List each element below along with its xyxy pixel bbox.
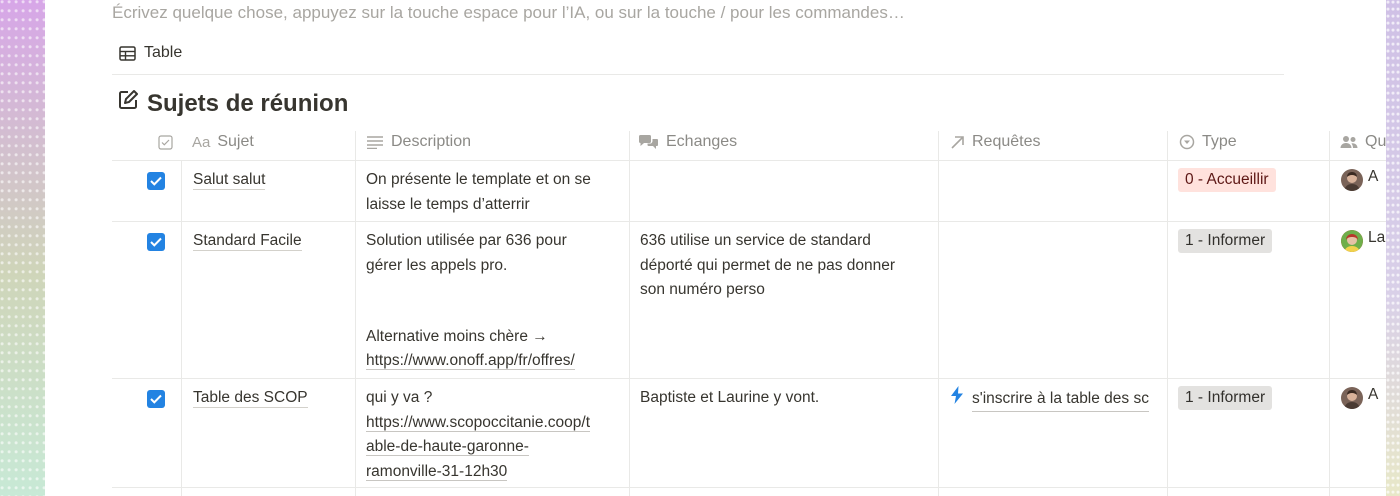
- checkbox-icon: [158, 134, 173, 150]
- column-header-label: Echanges: [666, 133, 738, 150]
- divider: [112, 74, 1284, 75]
- notion-page: Écrivez quelque chose, appuyez sur la to…: [45, 0, 1386, 496]
- view-tab-label: Table: [144, 44, 183, 61]
- type-tag[interactable]: 1 - Informer: [1178, 386, 1273, 410]
- column-header-label: Type: [1202, 133, 1237, 150]
- column-divider: [938, 131, 939, 496]
- description-link[interactable]: https://www.scopoccitanie.coop/t: [366, 413, 591, 432]
- block-placeholder[interactable]: Écrivez quelque chose, appuyez sur la to…: [112, 3, 905, 23]
- column-header-label: Requêtes: [972, 133, 1041, 150]
- database-title[interactable]: Sujets de réunion: [117, 89, 348, 118]
- description-link[interactable]: able-de-haute-garonne-: [366, 438, 529, 456]
- column-header-label: Sujet: [217, 133, 254, 150]
- arrow-up-right-icon: [950, 135, 965, 150]
- row-echanges[interactable]: Baptiste et Laurine y vont.: [640, 386, 936, 411]
- column-header-type[interactable]: Type: [1179, 131, 1237, 153]
- column-header-requetes[interactable]: Requêtes: [950, 131, 1041, 153]
- person-name: A: [1368, 168, 1379, 185]
- column-divider: [1167, 131, 1168, 496]
- description-link[interactable]: ramonville-31-12h30: [366, 462, 508, 481]
- row-divider: [112, 378, 1386, 379]
- row-requetes[interactable]: s'inscrire à la table des sc: [950, 386, 1165, 413]
- row-description[interactable]: qui y va ? https://www.scopoccitanie.coo…: [366, 386, 628, 484]
- type-tag[interactable]: 1 - Informer: [1178, 229, 1273, 253]
- lightning-icon: [950, 386, 964, 413]
- avatar: [1341, 387, 1363, 409]
- avatar: [1341, 169, 1363, 191]
- person-name: La: [1368, 229, 1386, 246]
- column-header-description[interactable]: Description: [366, 131, 471, 153]
- select-icon: [1179, 134, 1195, 150]
- chat-icon: [638, 134, 659, 150]
- row-divider: [112, 160, 1386, 161]
- row-checkbox[interactable]: [147, 172, 165, 190]
- row-checkbox[interactable]: [147, 233, 165, 251]
- row-description[interactable]: Solution utilisée par 636 pour gérer les…: [366, 229, 628, 374]
- table-icon: [119, 45, 136, 61]
- column-header-sujet[interactable]: Aa Sujet: [192, 131, 254, 153]
- requete-link[interactable]: s'inscrire à la table des sc: [972, 387, 1149, 412]
- row-echanges[interactable]: 636 utilise un service de standard dépor…: [640, 229, 936, 303]
- column-divider: [355, 131, 356, 496]
- row-divider: [112, 221, 1386, 222]
- edit-icon: [117, 89, 139, 118]
- people-icon: [1340, 135, 1358, 149]
- text-lines-icon: [366, 135, 384, 149]
- column-divider: [181, 160, 182, 496]
- column-header-qu[interactable]: Qu: [1340, 131, 1386, 153]
- table-row-title[interactable]: Table des SCOP: [193, 386, 353, 411]
- column-header-checkbox[interactable]: [158, 131, 173, 153]
- column-divider: [629, 131, 630, 496]
- database-title-text: Sujets de réunion: [147, 89, 349, 117]
- column-divider: [1329, 131, 1330, 496]
- table-row-title[interactable]: Standard Facile: [193, 229, 353, 254]
- row-checkbox[interactable]: [147, 390, 165, 408]
- description-link[interactable]: https://www.onoff.app/fr/offres/: [366, 352, 575, 370]
- column-header-label: Description: [391, 133, 472, 150]
- row-divider: [112, 487, 1386, 488]
- column-header-label: Qu: [1365, 133, 1386, 150]
- avatar: [1341, 230, 1363, 252]
- type-tag[interactable]: 0 - Accueillir: [1178, 168, 1276, 192]
- table-row-title[interactable]: Salut salut: [193, 168, 353, 193]
- row-description[interactable]: On présente le template et on se laisse …: [366, 168, 628, 217]
- background-right-edge: [1386, 0, 1400, 496]
- person-name: A: [1368, 386, 1379, 403]
- title-icon: Aa: [192, 133, 211, 151]
- column-header-echanges[interactable]: Echanges: [638, 131, 737, 153]
- background-left-edge: [0, 0, 45, 496]
- view-tab-table[interactable]: Table: [119, 44, 182, 62]
